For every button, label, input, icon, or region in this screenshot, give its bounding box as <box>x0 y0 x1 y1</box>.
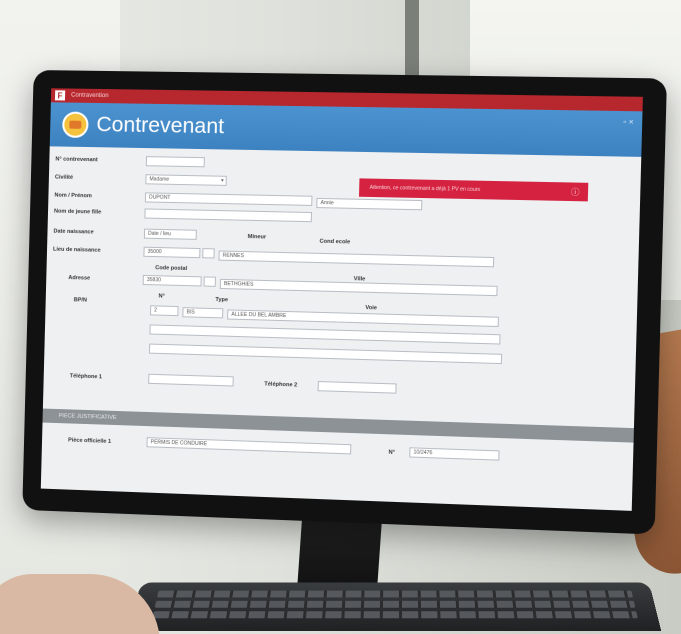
lieu-ville-field[interactable]: RENNES <box>218 250 495 268</box>
piece-numero-field[interactable]: 10/2476 <box>409 447 500 461</box>
nom-jeune-fille-label: Nom de jeune fille <box>53 208 102 216</box>
type-label: Type <box>215 296 229 304</box>
date-naissance-field[interactable]: Date / lieu <box>143 228 197 240</box>
mineur-label: Mineur <box>247 233 267 241</box>
n-contrevenant-field[interactable] <box>145 156 205 168</box>
hand <box>0 574 160 634</box>
date-naissance-label: Date naissance <box>53 228 94 236</box>
voie-field[interactable]: ALLEE DU BEL AMBRE <box>227 309 499 328</box>
voie-label: Voie <box>365 304 378 312</box>
n-contrevenant-label: N° contrevenant <box>55 156 98 164</box>
numero-field[interactable]: 2 <box>149 305 179 317</box>
monitor: F Contravention Contrevenant ▫ × Attenti… <box>22 70 667 535</box>
civilite-select[interactable]: Madame ▾ <box>145 174 227 186</box>
telephone1-field[interactable] <box>148 373 234 387</box>
numero-label: N° <box>158 293 165 300</box>
key-row <box>154 600 636 608</box>
adresse-complement2-field[interactable] <box>148 343 503 365</box>
warning-text: Attention, ce contrevenant a déjà 1 PV e… <box>369 184 481 194</box>
appt-label: BP/N <box>73 297 88 304</box>
civilite-label: Civilité <box>54 174 74 181</box>
key-row <box>156 590 634 598</box>
piece-officielle-field[interactable]: PERMIS DE CONDUIRE <box>146 437 352 455</box>
code-postal-label: Code postal <box>155 265 188 272</box>
contrevenant-form: Attention, ce contrevenant a déjà 1 PV e… <box>42 146 641 467</box>
window-title: Contravention <box>71 92 109 100</box>
prenom-field[interactable]: Annie <box>316 197 423 211</box>
info-icon: ⓘ <box>570 187 580 197</box>
adresse-cp-field[interactable]: 35830 <box>142 274 202 287</box>
nom-prenom-label: Nom / Prénom <box>54 192 92 200</box>
warning-banner: Attention, ce contrevenant a déjà 1 PV e… <box>358 178 589 202</box>
piece-officielle-label: Pièce officielle 1 <box>68 437 112 445</box>
telephone2-label: Téléphone 2 <box>264 381 298 389</box>
page-title: Contrevenant <box>96 113 225 139</box>
telephone1-label: Téléphone 1 <box>69 373 103 381</box>
adresse-label: Adresse <box>68 275 91 282</box>
adresse-complement-field[interactable] <box>149 324 501 345</box>
adresse-search-button[interactable] <box>203 276 216 287</box>
cond-ecole-label: Cond ecole <box>319 238 351 246</box>
contrevenant-icon <box>61 111 89 138</box>
screen: F Contravention Contrevenant ▫ × Attenti… <box>40 88 643 511</box>
type-field[interactable]: BIS <box>182 307 224 319</box>
piece-numero-label: N° <box>388 449 396 456</box>
keyboard <box>128 582 662 631</box>
nom-jeune-fille-field[interactable] <box>144 208 313 223</box>
close-icon[interactable]: ▫ × <box>623 117 634 126</box>
app-logo-icon: F <box>54 90 66 101</box>
lieu-cp-field[interactable]: 35000 <box>143 246 201 259</box>
section-piece-justificative: PIECE JUSTIFICATIVE <box>42 408 634 443</box>
adresse-ville-field[interactable]: BETHGHIES <box>219 278 498 297</box>
chevron-down-icon: ▾ <box>220 177 224 184</box>
telephone2-field[interactable] <box>317 381 397 394</box>
lieu-search-button[interactable] <box>202 248 215 259</box>
nom-field[interactable]: DUPONT <box>144 192 313 206</box>
key-row <box>152 611 638 619</box>
lieu-naissance-label: Lieu de naissance <box>52 246 101 254</box>
